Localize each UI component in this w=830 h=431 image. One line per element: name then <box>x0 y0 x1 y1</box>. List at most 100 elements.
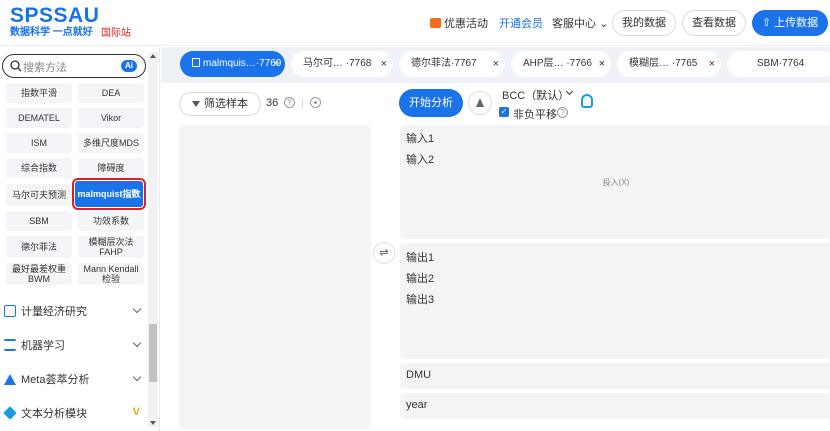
file-icon <box>192 58 200 67</box>
scroll-down-icon[interactable] <box>150 421 156 425</box>
variable-list-panel[interactable] <box>179 125 371 429</box>
tab-sbm[interactable]: SBM·7764 <box>727 51 830 77</box>
year-var[interactable]: year <box>406 399 427 411</box>
chevron-down-icon <box>132 304 142 314</box>
gift-icon <box>430 18 441 28</box>
tab-malmquist[interactable]: malmquis…·7769 × <box>180 51 285 77</box>
method-item[interactable]: DEA <box>78 83 144 103</box>
category-label: 机器学习 <box>21 340 65 352</box>
method-item[interactable]: 最好最差权重BWM <box>6 263 72 285</box>
logo-text: SPSSAU <box>10 4 100 27</box>
method-item-malmquist[interactable]: malmquist指数 <box>72 178 146 210</box>
output-var[interactable]: 输出2 <box>406 270 434 286</box>
input-var[interactable]: 输入2 <box>406 151 434 167</box>
category-meta-analysis[interactable]: Meta荟萃分析 <box>2 367 144 391</box>
category-text-analysis[interactable]: 文本分析模块 V <box>2 401 144 425</box>
service-center-menu[interactable]: 客服中心 ⌄ <box>552 15 608 31</box>
tab-label: 马尔可… ·7768 <box>303 58 372 69</box>
method-item[interactable]: Vikor <box>78 108 144 128</box>
method-item[interactable]: 模糊层次法FAHP <box>78 236 144 258</box>
help-icon[interactable]: ? <box>557 107 568 118</box>
close-icon[interactable]: × <box>273 51 279 77</box>
method-item[interactable]: ISM <box>6 133 72 153</box>
divider <box>302 98 303 108</box>
upload-icon: ⇧ <box>761 17 772 29</box>
input-drop-hint: 投入(X) <box>602 178 630 187</box>
tab-label: 模糊层… ·7765 <box>629 58 698 69</box>
upload-label: 上传数据 <box>774 17 819 29</box>
method-item[interactable]: 指数平滑 <box>6 83 72 103</box>
vip-mark-icon: V <box>132 406 140 418</box>
category-machine-learning[interactable]: 机器学习 <box>2 333 144 357</box>
promo-label: 优惠活动 <box>444 18 488 30</box>
method-item[interactable]: 综合指数 <box>6 158 72 178</box>
tab-label: SBM·7764 <box>757 58 805 69</box>
flask-icon[interactable] <box>468 91 492 115</box>
close-icon[interactable]: × <box>381 51 387 77</box>
tab-ahp[interactable]: AHP层… ·7766 × <box>511 51 611 77</box>
search-icon <box>10 60 22 72</box>
main-panel: 筛选样本 36 ? ⇌ 开始分析 BCC（默认） ✓ 非负平移 ? 输入1 输入… <box>161 83 830 431</box>
my-data-button[interactable]: 我的数据 <box>612 10 676 36</box>
view-data-button[interactable]: 查看数据 <box>682 10 746 36</box>
method-item[interactable]: Mann Kendall检验 <box>78 263 144 285</box>
start-analysis-button[interactable]: 开始分析 <box>399 89 463 117</box>
target-icon[interactable] <box>310 97 321 108</box>
close-icon[interactable]: × <box>709 51 715 77</box>
intl-site-link[interactable]: 国际站 <box>101 24 131 39</box>
member-link[interactable]: 开通会员 <box>499 15 543 31</box>
method-item[interactable]: 多维尺度MDS <box>78 133 144 153</box>
method-item[interactable]: 马尔可夫预测 <box>6 184 72 206</box>
method-item[interactable]: SBM <box>6 211 72 231</box>
search-placeholder: 搜索方法 <box>23 62 67 74</box>
tab-fuzzy-ahp[interactable]: 模糊层… ·7765 × <box>617 51 721 77</box>
filter-label: 筛选样本 <box>204 98 248 110</box>
help-icon[interactable]: ? <box>284 97 295 108</box>
close-icon[interactable]: × <box>599 51 605 77</box>
tab-markov[interactable]: 马尔可… ·7768 × <box>291 51 393 77</box>
logo[interactable]: SPSSAU 数据科学 一点就好 <box>10 5 99 39</box>
tab-delphi[interactable]: 德尔菲法·7767 × <box>399 51 505 77</box>
input-drop-zone[interactable]: 输入1 输入2 投入(X) <box>400 125 830 239</box>
output-var[interactable]: 输出1 <box>406 249 434 265</box>
search-input[interactable]: 搜索方法 Ai <box>2 54 146 78</box>
sample-count: 36 <box>266 97 279 109</box>
swap-icon[interactable]: ⇌ <box>373 242 395 264</box>
grid-icon <box>4 305 16 317</box>
tab-label: AHP层… ·7766 <box>523 58 592 69</box>
close-icon[interactable]: × <box>493 51 499 77</box>
sidebar: 搜索方法 Ai 指数平滑 DEA DEMATEL Vikor ISM 多维尺度M… <box>0 47 160 431</box>
sidebar-scrollbar[interactable] <box>148 52 158 427</box>
tab-label: 德尔菲法·7767 <box>411 58 477 69</box>
output-var[interactable]: 输出3 <box>406 291 434 307</box>
lightbulb-icon[interactable] <box>581 94 593 108</box>
chevron-down-icon: ⌄ <box>599 18 609 30</box>
ai-badge[interactable]: Ai <box>121 60 137 72</box>
scroll-up-icon[interactable] <box>150 54 156 58</box>
category-label: 文本分析模块 <box>21 408 87 420</box>
upload-data-button[interactable]: ⇧ 上传数据 <box>752 10 828 36</box>
output-drop-zone[interactable]: 输出1 输出2 输出3 <box>400 243 830 359</box>
category-label: Meta荟萃分析 <box>21 374 90 386</box>
method-item[interactable]: DEMATEL <box>6 108 72 128</box>
logo-slogan: 数据科学 一点就好 <box>10 27 93 38</box>
category-econometrics[interactable]: 计量经济研究 <box>2 299 144 323</box>
dmu-drop-zone[interactable]: DMU <box>400 363 830 389</box>
dmu-var[interactable]: DMU <box>406 369 431 381</box>
filter-sample-button[interactable]: 筛选样本 <box>179 92 261 116</box>
tab-label: malmquis…·7769 <box>203 58 282 69</box>
chart-icon <box>4 373 16 385</box>
scroll-thumb[interactable] <box>149 324 157 382</box>
chevron-down-icon <box>132 372 142 382</box>
promo-link[interactable]: 优惠活动 <box>430 15 488 31</box>
input-var[interactable]: 输入1 <box>406 130 434 146</box>
model-select[interactable]: BCC（默认） <box>502 87 569 103</box>
top-header: SPSSAU 数据科学 一点就好 国际站 优惠活动 开通会员 客服中心 ⌄ 我的… <box>0 0 830 46</box>
method-item[interactable]: 障碍度 <box>78 158 144 178</box>
method-item[interactable]: 功效系数 <box>78 211 144 231</box>
method-item[interactable]: 德尔菲法 <box>6 236 72 258</box>
nonneg-checkbox[interactable]: ✓ <box>499 107 509 117</box>
chevron-down-icon <box>132 338 142 348</box>
text-module-icon <box>3 406 17 420</box>
year-drop-zone[interactable]: year <box>400 393 830 419</box>
